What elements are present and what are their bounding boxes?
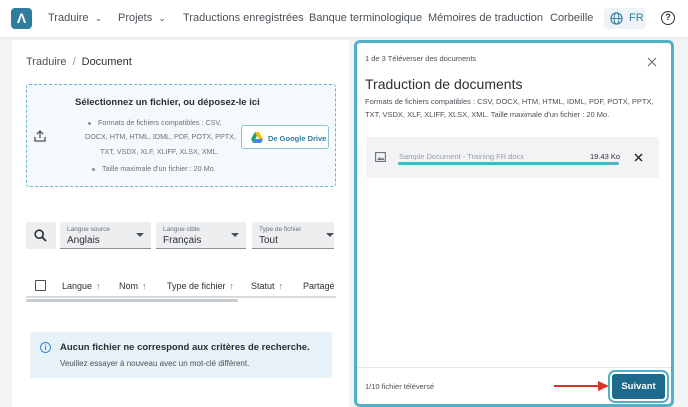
caret-down-icon [231, 233, 239, 237]
formats-text: Formats de fichiers compatibles : CSV, [98, 118, 222, 127]
empty-state-title: Aucun fichier ne correspond aux critères… [60, 342, 310, 353]
nav-corbeille[interactable]: Corbeille [550, 12, 593, 24]
select-all-checkbox[interactable] [35, 280, 46, 291]
uploaded-file-size: 19.43 Ko [590, 152, 621, 161]
remove-file-icon[interactable] [634, 153, 643, 162]
dropzone-formats-line: DOCX, HTM, HTML, IDML, PDF, POTX, PPTX, [85, 132, 236, 141]
bullet [92, 167, 95, 171]
file-type-select[interactable]: Type de fichier Tout [252, 222, 334, 249]
nav-traduire[interactable]: Traduire ⌄ [48, 12, 102, 24]
bullet [88, 121, 91, 125]
horizontal-scrollbar[interactable] [26, 299, 238, 302]
close-icon[interactable] [647, 57, 657, 67]
next-button[interactable]: Suivant [612, 374, 665, 399]
target-language-select[interactable]: Langue cible Français [156, 222, 246, 249]
column-label: Type de fichier [167, 281, 226, 291]
dropzone-formats-line: TXT, VSDX, XLF, XLIFF, XLSX, XML. [100, 147, 219, 156]
breadcrumb: Traduire / Document [26, 56, 132, 68]
annotation-arrow-icon [554, 381, 609, 391]
info-icon: i [40, 342, 51, 353]
nav-projets[interactable]: Projets ⌄ [118, 12, 166, 24]
dropzone-max-size: Taille maximale d'un fichier : 20 Mo. [92, 164, 216, 173]
breadcrumb-current: Document [81, 56, 132, 68]
sort-arrow-icon: ↑ [229, 281, 235, 291]
empty-state-subtitle: Veuillez essayer à nouveau avec un mot-c… [60, 359, 250, 368]
file-type-value: Tout [259, 235, 278, 246]
nav-banque-terminologique[interactable]: Banque terminologique [309, 12, 422, 24]
source-language-value: Anglais [67, 235, 100, 246]
uploaded-file-name: Sample Document - Training FR.docx [399, 152, 525, 161]
sort-arrow-icon: ↑ [96, 281, 101, 291]
nav-traductions-enregistrees[interactable]: Traductions enregistrées [183, 12, 304, 24]
column-label: Partagé [303, 281, 335, 291]
column-type-de-fichier[interactable]: Type de fichier ↑ [167, 281, 234, 291]
column-label: Langue [62, 281, 93, 291]
file-type-label: Type de fichier [259, 226, 302, 233]
app-logo[interactable]: Λ [11, 8, 32, 29]
dialog-description: Formats de fichiers compatibles : CSV, D… [365, 97, 654, 119]
dialog-title: Traduction de documents [365, 76, 523, 92]
upload-count: 1/10 fichier téléversé [365, 382, 435, 391]
sort-arrow-icon: ↑ [278, 281, 284, 291]
source-language-label: Langue source [67, 226, 111, 233]
search-icon [34, 229, 47, 242]
google-drive-icon [251, 132, 263, 143]
image-file-icon [375, 152, 386, 162]
language-selector[interactable]: FR [604, 8, 646, 29]
search-button[interactable] [26, 222, 56, 249]
column-nom[interactable]: Nom ↑ [119, 281, 147, 291]
dialog-step-indicator: 1 de 3 Téléverser des documents [365, 54, 477, 63]
dialog-footer-divider [357, 367, 671, 368]
nav-label: Traduire [48, 12, 89, 24]
target-language-label: Langue cible [163, 226, 200, 233]
chevron-down-icon: ⌄ [94, 13, 103, 23]
dropzone-title: Sélectionnez un fichier, ou déposez-le i… [75, 97, 260, 108]
column-statut[interactable]: Statut ↑ [251, 281, 283, 291]
chevron-down-icon: ⌄ [158, 13, 166, 23]
upload-progress-fill [398, 162, 619, 165]
breadcrumb-separator: / [72, 56, 76, 68]
caret-down-icon [326, 233, 334, 237]
globe-icon [610, 12, 623, 25]
column-label: Nom [119, 281, 139, 291]
help-icon[interactable]: ? [661, 11, 675, 25]
language-code: FR [629, 12, 644, 24]
sort-arrow-icon: ↑ [142, 281, 147, 291]
empty-state-alert [30, 332, 332, 378]
target-language-value: Français [163, 235, 202, 246]
nav-label: Projets [118, 12, 153, 24]
google-drive-label: De Google Drive [268, 134, 327, 143]
upload-icon [34, 130, 46, 142]
breadcrumb-parent[interactable]: Traduire [26, 56, 67, 68]
upload-progress-bar [398, 162, 619, 165]
google-drive-button[interactable]: De Google Drive [241, 125, 329, 149]
dropzone-formats-line: Formats de fichiers compatibles : CSV, [88, 118, 222, 127]
caret-down-icon [136, 233, 144, 237]
column-label: Statut [251, 281, 275, 291]
max-size-text: Taille maximale d'un fichier : 20 Mo. [102, 164, 216, 173]
nav-memoires-de-traduction[interactable]: Mémoires de traduction [428, 12, 543, 24]
top-navigation-bar: Λ Traduire ⌄ Projets ⌄ Traductions enregis… [0, 0, 688, 38]
source-language-select[interactable]: Langue source Anglais [60, 222, 151, 249]
column-langue[interactable]: Langue ↑ [62, 281, 101, 291]
column-partage[interactable]: Partagé [303, 281, 335, 291]
